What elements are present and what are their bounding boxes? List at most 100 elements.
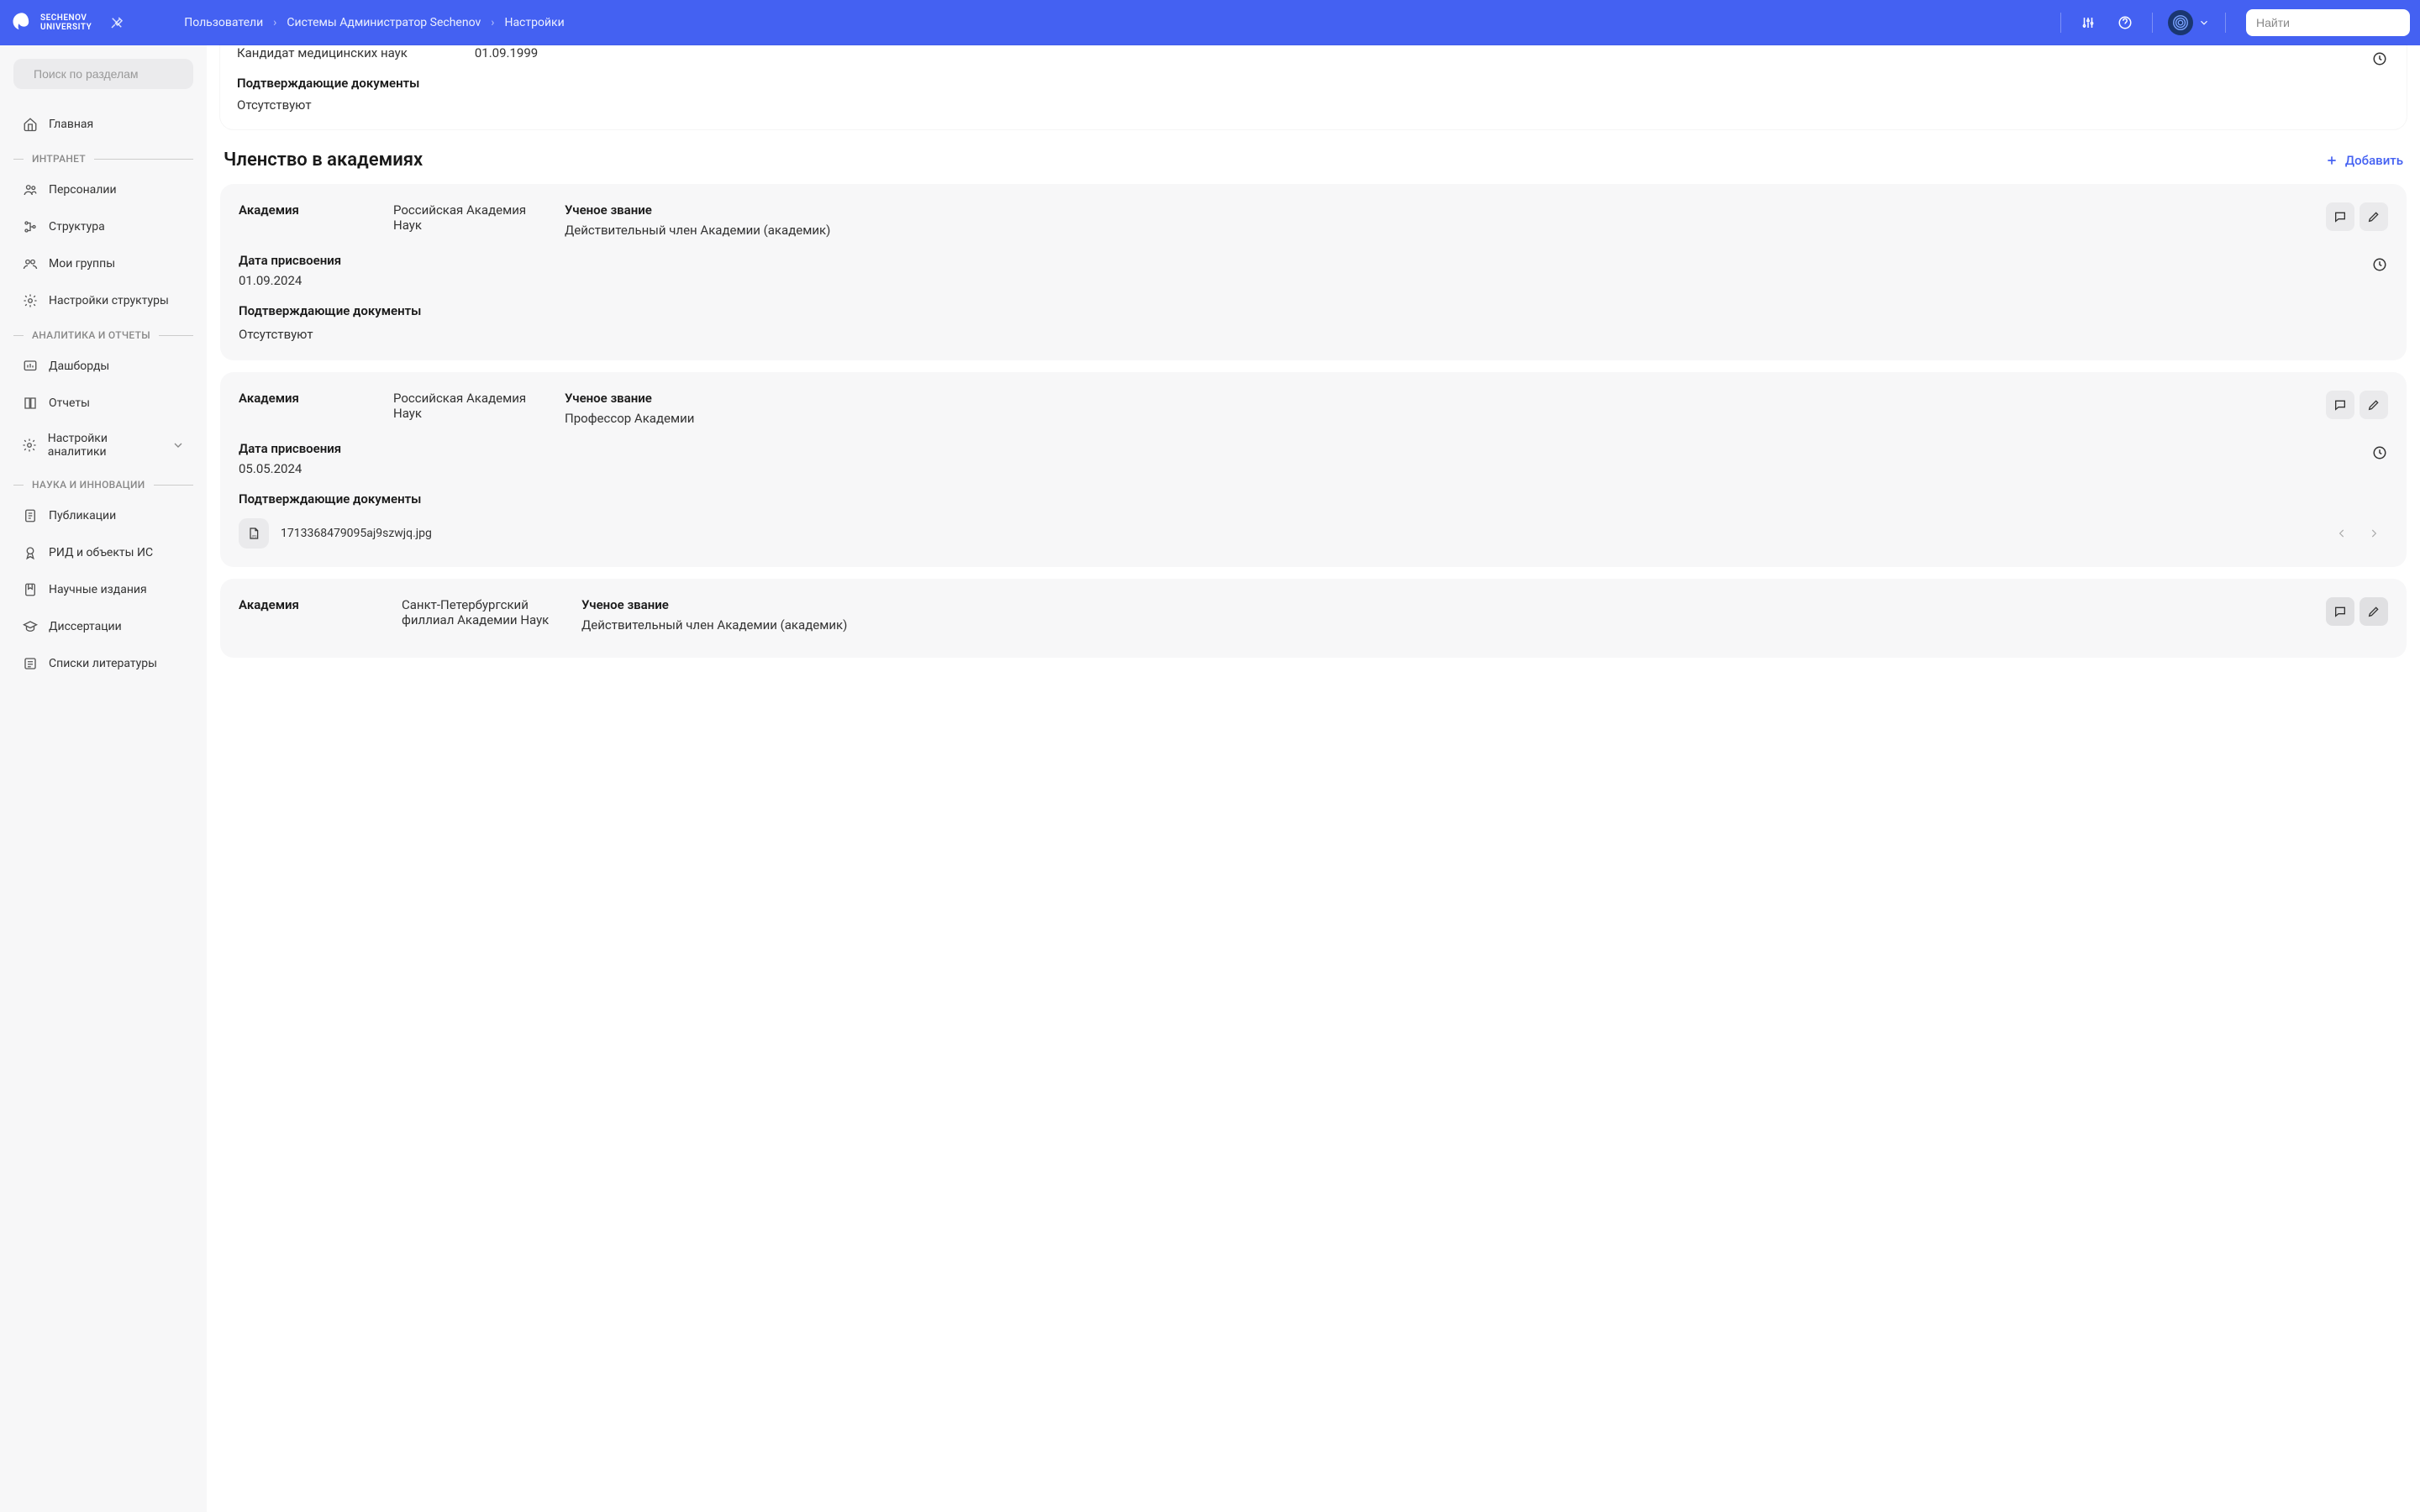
docs-absent: Отсутствуют <box>239 327 2388 342</box>
sidebar-section-science: НАУКА И ИННОВАЦИИ <box>13 469 193 497</box>
file-icon-wrap[interactable]: JPG <box>239 518 269 549</box>
sidebar-item-personnel[interactable]: Персоналии <box>13 171 193 208</box>
sidebar-item-home[interactable]: Главная <box>13 106 193 143</box>
sidebar-item-bibliography[interactable]: Списки литературы <box>13 645 193 682</box>
sidebar-item-label: Отчеты <box>49 396 90 410</box>
list-icon <box>22 655 39 672</box>
settings-button[interactable] <box>2071 6 2105 39</box>
clock-icon <box>2372 51 2387 66</box>
edit-icon <box>2367 398 2381 412</box>
home-icon <box>22 116 39 133</box>
global-search-input[interactable] <box>2256 16 2408 29</box>
membership-card: Академия Санкт-Петербургский филлиал Ака… <box>220 579 2407 658</box>
edit-button[interactable] <box>2360 597 2388 626</box>
sidebar-item-reports[interactable]: Отчеты <box>13 385 193 422</box>
document-attachment: JPG 1713368479095aj9szwjq.jpg <box>239 518 2388 549</box>
sidebar-item-label: Дашборды <box>49 360 109 373</box>
dashboard-icon <box>22 358 39 375</box>
comment-button[interactable] <box>2326 202 2354 231</box>
edit-button[interactable] <box>2360 202 2388 231</box>
sidebar-item-label: Настройки структуры <box>49 294 169 307</box>
title-value: Профессор Академии <box>565 411 2306 426</box>
add-button-label: Добавить <box>2345 153 2403 168</box>
graduation-icon <box>22 618 39 635</box>
title-label: Ученое звание <box>581 597 2306 612</box>
membership-card: Академия Российская Академия Наук Ученое… <box>220 184 2407 360</box>
sidebar-item-analytics-settings[interactable]: Настройки аналитики <box>13 422 193 469</box>
file-jpg-icon: JPG <box>247 527 260 540</box>
sidebar-search[interactable] <box>13 59 193 89</box>
sidebar-item-label: Публикации <box>49 509 116 522</box>
sidebar-item-journals[interactable]: Научные издания <box>13 571 193 608</box>
help-button[interactable] <box>2108 6 2142 39</box>
doc-filename[interactable]: 1713368479095aj9szwjq.jpg <box>281 527 432 540</box>
breadcrumb-1[interactable]: Системы Администратор Sechenov <box>287 16 481 29</box>
logo-text-2: UNIVERSITY <box>40 23 92 32</box>
comment-button[interactable] <box>2326 597 2354 626</box>
edit-icon <box>2367 210 2381 223</box>
sidebar-item-label: Научные издания <box>49 583 147 596</box>
sidebar-item-groups[interactable]: Мои группы <box>13 245 193 282</box>
doc-next-button[interactable] <box>2360 519 2388 548</box>
section-title: Членство в академиях <box>224 150 423 171</box>
sidebar-item-label: Списки литературы <box>49 657 157 670</box>
date-label: Дата присвоения <box>239 441 2388 456</box>
sidebar-section-intranet: ИНТРАНЕТ <box>13 143 193 171</box>
sidebar-item-label: Структура <box>49 220 105 234</box>
clock-icon <box>2372 257 2387 272</box>
chevron-down-icon <box>171 438 185 452</box>
comment-icon <box>2333 398 2347 412</box>
sidebar-item-structure-settings[interactable]: Настройки структуры <box>13 282 193 319</box>
edit-button[interactable] <box>2360 391 2388 419</box>
chevron-down-icon <box>2198 17 2210 29</box>
history-button[interactable] <box>2371 256 2388 273</box>
sidebar-item-label: Настройки аналитики <box>48 432 161 459</box>
user-menu[interactable] <box>2163 10 2215 35</box>
avatar <box>2168 10 2193 35</box>
degree-card-partial: Кандидат медицинских наук 01.09.1999 Под… <box>220 45 2407 129</box>
sidebar-item-dissertations[interactable]: Диссертации <box>13 608 193 645</box>
bookmark-icon <box>22 581 39 598</box>
logo-text-1: SECHENOV <box>40 13 92 23</box>
breadcrumbs: Пользователи › Системы Администратор Sec… <box>184 16 2044 29</box>
history-button[interactable] <box>2371 444 2388 461</box>
sidebar-item-publications[interactable]: Публикации <box>13 497 193 534</box>
membership-section-header: Членство в академиях Добавить <box>220 150 2407 171</box>
docs-label: Подтверждающие документы <box>237 76 2390 91</box>
title-value: Действительный член Академии (академик) <box>581 617 2306 633</box>
logo[interactable]: SECHENOV UNIVERSITY <box>10 11 92 34</box>
docs-value: Отсутствуют <box>237 97 2390 113</box>
breadcrumb-0[interactable]: Пользователи <box>184 16 263 29</box>
clock-icon <box>2372 445 2387 460</box>
chevron-right-icon <box>2368 528 2380 539</box>
sidebar-item-structure[interactable]: Структура <box>13 208 193 245</box>
sidebar-item-rid[interactable]: РИД и объекты ИС <box>13 534 193 571</box>
sliders-icon <box>2081 15 2096 30</box>
sidebar-item-dashboards[interactable]: Дашборды <box>13 348 193 385</box>
sidebar-item-label: Мои группы <box>49 257 115 270</box>
history-button[interactable] <box>2371 50 2388 67</box>
academy-label: Академия <box>239 202 373 218</box>
title-label: Ученое звание <box>565 202 2306 218</box>
svg-text:JPG: JPG <box>251 535 257 538</box>
membership-card: Академия Российская Академия Наук Ученое… <box>220 372 2407 567</box>
academy-label: Академия <box>239 391 373 406</box>
plus-icon <box>2325 154 2338 167</box>
sidebar-item-label: РИД и объекты ИС <box>49 546 153 559</box>
add-membership-button[interactable]: Добавить <box>2325 153 2403 168</box>
doc-prev-button[interactable] <box>2328 519 2356 548</box>
pin-button[interactable] <box>102 8 132 38</box>
academy-value: Санкт-Петербургский филлиал Академии Нау… <box>402 597 561 627</box>
app-header: SECHENOV UNIVERSITY Пользователи › Систе… <box>0 0 2420 45</box>
groups-icon <box>22 255 39 272</box>
document-icon <box>22 507 39 524</box>
divider <box>2225 13 2226 33</box>
title-label: Ученое звание <box>565 391 2306 406</box>
global-search[interactable] <box>2246 9 2410 36</box>
comment-button[interactable] <box>2326 391 2354 419</box>
fingerprint-icon <box>2171 13 2190 32</box>
book-icon <box>22 395 39 412</box>
breadcrumb-2[interactable]: Настройки <box>504 16 564 29</box>
chevron-right-icon: › <box>273 16 276 29</box>
sidebar-search-input[interactable] <box>34 67 186 81</box>
